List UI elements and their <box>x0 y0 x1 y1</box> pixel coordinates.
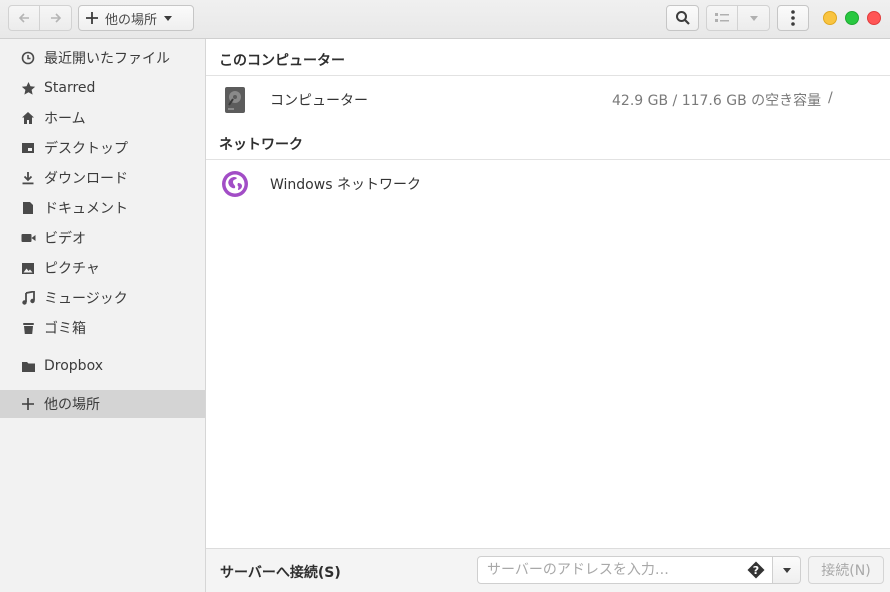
sidebar-item-label: Dropbox <box>44 358 103 374</box>
sidebar-item-trash[interactable]: ゴミ箱 <box>0 314 205 342</box>
forward-button[interactable] <box>40 5 72 31</box>
network-globe-icon <box>222 171 248 197</box>
section-title-network: ネットワーク <box>219 137 303 153</box>
sidebar-item-documents[interactable]: ドキュメント <box>0 194 205 222</box>
close-window-button[interactable] <box>867 11 881 25</box>
divider <box>206 159 890 160</box>
sidebar-item-music[interactable]: ミュージック <box>0 284 205 312</box>
trash-icon <box>20 320 36 336</box>
chevron-down-icon <box>164 16 173 21</box>
free-space-text: 42.9 GB / 117.6 GB の空き容量 <box>612 93 822 109</box>
sidebar-item-label: 最近開いたファイル <box>44 51 170 67</box>
music-icon <box>20 290 36 306</box>
search-icon <box>675 11 690 25</box>
sidebar-item-desktop[interactable]: デスクトップ <box>0 134 205 162</box>
sidebar-item-downloads[interactable]: ダウンロード <box>0 164 205 192</box>
mount-point-text: / <box>828 90 833 106</box>
sidebar-item-videos[interactable]: ビデオ <box>0 224 205 252</box>
back-button[interactable] <box>8 5 40 31</box>
download-icon <box>20 170 36 186</box>
list-view-icon <box>715 13 729 22</box>
video-icon <box>20 230 36 246</box>
sidebar-item-home[interactable]: ホーム <box>0 104 205 132</box>
section-title-this-computer: このコンピューター <box>219 53 345 69</box>
svg-text:?: ? <box>753 564 759 577</box>
maximize-button[interactable] <box>845 11 859 25</box>
sidebar-item-label: ゴミ箱 <box>44 321 86 337</box>
sidebar-item-label: ビデオ <box>44 231 86 247</box>
sidebar-item-label: ピクチャ <box>44 261 100 277</box>
clock-icon <box>20 50 36 66</box>
view-options-dropdown[interactable] <box>738 5 770 31</box>
home-icon <box>20 110 36 126</box>
chevron-down-icon <box>749 16 758 21</box>
location-name: コンピューター <box>270 93 368 109</box>
location-row-windows-network[interactable]: Windows ネットワーク <box>206 161 890 207</box>
plus-icon <box>86 12 98 24</box>
sidebar-item-label: Starred <box>44 80 96 96</box>
location-label: 他の場所 <box>105 12 158 28</box>
sidebar-item-label: デスクトップ <box>44 141 128 157</box>
document-icon <box>20 200 36 216</box>
folder-icon <box>20 358 36 374</box>
sidebar-item-dropbox[interactable]: Dropbox <box>0 352 205 380</box>
sidebar-item-other-locations[interactable]: 他の場所 <box>0 390 205 418</box>
server-address-input[interactable] <box>477 556 773 584</box>
sidebar-item-starred[interactable]: Starred <box>0 74 205 102</box>
search-button[interactable] <box>666 5 699 31</box>
location-path-button[interactable]: 他の場所 <box>78 5 194 31</box>
recent-servers-dropdown[interactable] <box>773 556 801 584</box>
header-bar: 他の場所 <box>0 0 890 39</box>
connect-to-server-bar: サーバーへ接続(S) ? 接続(N) <box>206 548 890 592</box>
sidebar-item-label: ミュージック <box>44 291 128 307</box>
location-name: Windows ネットワーク <box>270 177 421 193</box>
kebab-menu-icon <box>791 10 795 26</box>
view-mode-buttons <box>706 5 770 31</box>
sidebar: 最近開いたファイル Starred ホーム デスクトップ ダウンロード ドキュメ… <box>0 39 206 592</box>
sidebar-item-label: ダウンロード <box>44 171 128 187</box>
drive-icon <box>225 87 245 113</box>
sidebar-item-label: 他の場所 <box>44 397 100 413</box>
desktop-icon <box>20 140 36 156</box>
help-icon[interactable]: ? <box>747 561 765 579</box>
location-row-computer[interactable]: コンピューター 42.9 GB / 117.6 GB の空き容量 / <box>206 77 890 123</box>
sidebar-item-label: ホーム <box>44 111 86 127</box>
connect-button[interactable]: 接続(N) <box>808 556 884 584</box>
divider <box>206 75 890 76</box>
sidebar-item-pictures[interactable]: ピクチャ <box>0 254 205 282</box>
main-content: このコンピューター コンピューター 42.9 GB / 117.6 GB の空き… <box>206 39 890 548</box>
minimize-button[interactable] <box>823 11 837 25</box>
picture-icon <box>20 260 36 276</box>
sidebar-item-recent[interactable]: 最近開いたファイル <box>0 44 205 72</box>
arrow-left-icon <box>18 13 29 23</box>
list-view-button[interactable] <box>706 5 738 31</box>
chevron-down-icon <box>782 568 791 573</box>
arrow-right-icon <box>50 13 61 23</box>
menu-button[interactable] <box>777 5 809 31</box>
navigation-buttons <box>8 5 72 31</box>
connect-to-server-label: サーバーへ接続(S) <box>220 565 341 581</box>
plus-icon <box>20 396 36 412</box>
sidebar-item-label: ドキュメント <box>44 201 128 217</box>
star-icon <box>20 80 36 96</box>
